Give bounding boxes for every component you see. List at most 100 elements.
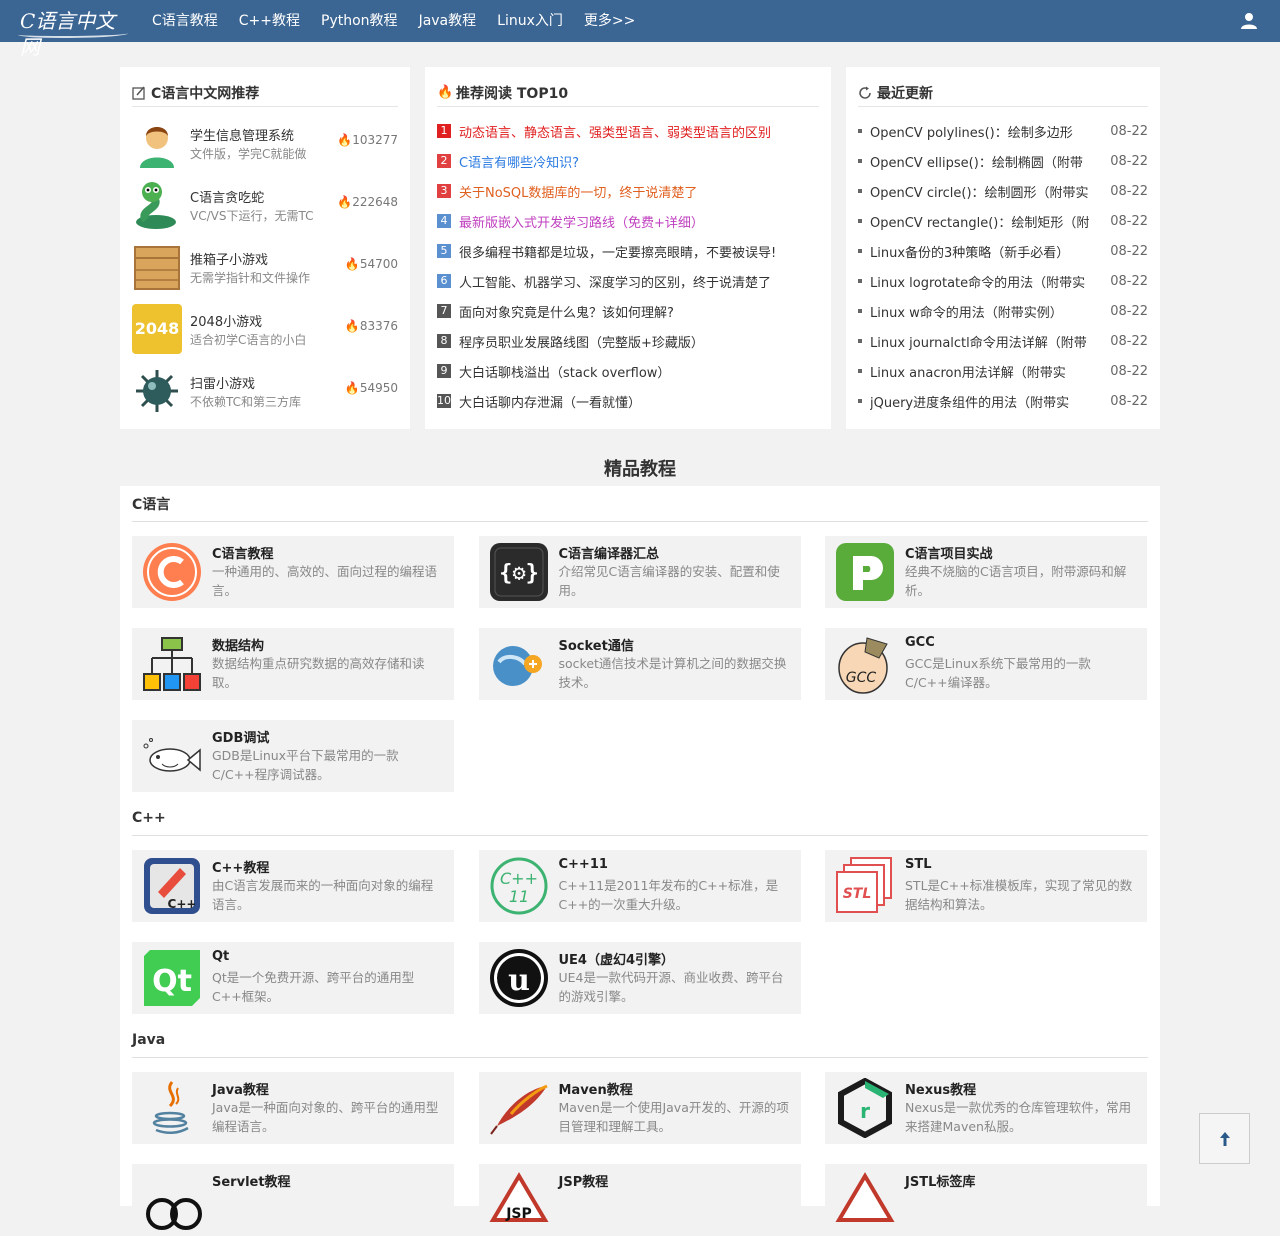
rank-badge: 1 — [437, 124, 451, 138]
top10-item[interactable]: 5 很多编程书籍都是垃圾，一定要擦亮眼睛，不要被误导! — [437, 236, 776, 266]
rank-badge: 10 — [437, 394, 451, 408]
site-logo[interactable]: C语言中文网 — [18, 8, 130, 59]
recent-item[interactable]: OpenCV rectangle()：绘制矩形（附 08-22 — [858, 206, 1148, 236]
socket-icon — [489, 634, 549, 694]
recommend-item-desc: 不依赖TC和第三方库 — [190, 395, 302, 409]
top10-item[interactable]: 4 最新版嵌入式开发学习路线（免费+详细） — [437, 206, 704, 236]
recommend-item[interactable]: 学生信息管理系统 文件版，学完C就能做 🔥103277 — [132, 113, 398, 173]
recent-item[interactable]: OpenCV circle()：绘制圆形（附带实 08-22 — [858, 176, 1148, 206]
recommend-item[interactable]: 扫雷小游戏 不依赖TC和第三方库 🔥54950 — [132, 361, 398, 421]
tutorial-card[interactable]: Java教程 Java是一种面向对象的、跨平台的通用型编程语言。 — [132, 1072, 454, 1144]
recommend-item-desc: 文件版，学完C就能做 — [190, 147, 307, 161]
stl-icon: STL — [835, 856, 895, 916]
tutorial-card-title: C语言教程 — [212, 547, 274, 562]
rank-badge: 5 — [437, 244, 451, 258]
tutorial-card-title: C语言项目实战 — [905, 547, 993, 562]
view-count: 🔥222648 — [337, 195, 398, 209]
nav-link-cpp[interactable]: C++教程 — [239, 0, 300, 42]
recent-item-date: 08-22 — [1110, 393, 1148, 409]
tutorial-card[interactable]: C++ 11 C++11 C++11是2011年发布的C++标准，是C++的一次重大升… — [478, 850, 801, 922]
recommend-item[interactable]: 推箱子小游戏 无需学指针和文件操作 🔥54700 — [132, 237, 398, 297]
bullet — [858, 339, 862, 343]
tutorial-card-desc: STL是C++标准模板库，实现了常见的数据结构和算法。 — [905, 878, 1133, 912]
tutorial-card[interactable]: u UE4（虚幻4引擎） UE4是一款代码开源、商业收费、跨平台的游戏引擎。 — [478, 942, 801, 1014]
tutorial-card-title: Servlet教程 — [212, 1175, 291, 1190]
tutorial-card[interactable]: C语言教程 一种通用的、高效的、面向过程的编程语言。 — [132, 536, 454, 608]
view-count: 🔥103277 — [337, 133, 398, 147]
category-header: C语言 — [132, 486, 1148, 522]
tutorial-card[interactable]: {⚙} C语言编译器汇总 介绍常见C语言编译器的安装、配置和使用。 — [478, 536, 801, 608]
top10-item[interactable]: 10 大白话聊内存泄漏（一看就懂） — [437, 386, 641, 416]
recent-item-date: 08-22 — [1110, 183, 1148, 199]
tutorial-card[interactable]: r Nexus教程 Nexus是一款优秀的仓库管理软件，常用来搭建Maven私服。 — [825, 1072, 1147, 1144]
back-to-top-button[interactable] — [1199, 1113, 1250, 1164]
tutorial-card[interactable]: C++ C++教程 由C语言发展而来的一种面向对象的编程语言。 — [132, 850, 454, 922]
recent-item[interactable]: Linux anacron用法详解（附带实 08-22 — [858, 356, 1148, 386]
recent-item[interactable]: OpenCV polylines()：绘制多边形 08-22 — [858, 116, 1148, 146]
wooden-box-icon — [134, 246, 180, 290]
recommend-item-desc: VC/VS下运行，无需TC — [190, 209, 314, 223]
top10-item[interactable]: 6 人工智能、机器学习、深度学习的区别，终于说清楚了 — [437, 266, 771, 296]
tutorial-card[interactable]: 数据结构 数据结构重点研究数据的高效存储和读取。 — [132, 628, 454, 700]
recent-item[interactable]: Linux备份的3种策略（新手必看） 08-22 — [858, 236, 1148, 266]
top10-item[interactable]: 9 大白话聊栈溢出（stack overflow） — [437, 356, 670, 386]
tutorial-card-desc: Maven是一个使用Java开发的、开源的项目管理和理解工具。 — [558, 1100, 789, 1134]
tutorial-card[interactable]: STL STL STL是C++标准模板库，实现了常见的数据结构和算法。 — [825, 850, 1147, 922]
bullet — [858, 159, 862, 163]
tutorial-card-desc: 经典不烧脑的C语言项目，附带源码和解析。 — [905, 564, 1127, 598]
recent-item-text: Linux logrotate命令的用法（附带实 — [870, 275, 1086, 291]
recommend-item[interactable]: C语言贪吃蛇 VC/VS下运行，无需TC 🔥222648 — [132, 175, 398, 235]
nav-link-python[interactable]: Python教程 — [321, 0, 398, 42]
tutorial-card[interactable]: Servlet教程 — [132, 1164, 454, 1236]
top10-item-text: 程序员职业发展路线图（完整版+珍藏版） — [459, 335, 704, 351]
tutorial-card[interactable]: Qt Qt Qt是一个免费开源、跨平台的通用型C++框架。 — [132, 942, 454, 1014]
recent-item[interactable]: jQuery进度条组件的用法（附带实 08-22 — [858, 386, 1148, 416]
cpp11-icon: C++ 11 — [489, 856, 549, 916]
recommend-item-name: C语言贪吃蛇 — [190, 191, 265, 206]
top10-item[interactable]: 8 程序员职业发展路线图（完整版+珍藏版） — [437, 326, 704, 356]
top10-item[interactable]: 7 面向对象究竟是什么鬼？该如何理解? — [437, 296, 674, 326]
svg-text:JSP: JSP — [505, 1206, 532, 1222]
recent-item[interactable]: Linux journalctl命令用法详解（附带 08-22 — [858, 326, 1148, 356]
svg-text:11: 11 — [508, 887, 528, 906]
tutorial-card[interactable]: Maven教程 Maven是一个使用Java开发的、开源的项目管理和理解工具。 — [478, 1072, 801, 1144]
mine-icon — [136, 370, 178, 412]
recent-item-date: 08-22 — [1110, 123, 1148, 139]
recent-item-date: 08-22 — [1110, 273, 1148, 289]
recommend-item-name: 推箱子小游戏 — [190, 253, 269, 268]
recommend-item[interactable]: 2048 2048小游戏 适合初学C语言的小白 🔥83376 — [132, 299, 398, 359]
nav-link-java[interactable]: Java教程 — [419, 0, 477, 42]
tutorial-card[interactable]: C语言项目实战经典不烧脑的C语言项目，附带源码和解析。 — [825, 536, 1147, 608]
tutorial-card-title: C语言编译器汇总 — [558, 547, 660, 562]
tutorial-card-desc: UE4是一款代码开源、商业收费、跨平台的游戏引擎。 — [558, 970, 784, 1004]
tutorial-card-title: Socket通信 — [558, 639, 634, 654]
tutorial-card[interactable]: JSP JSP教程 — [478, 1164, 801, 1236]
tutorial-card-title: JSP教程 — [558, 1175, 609, 1190]
view-count: 🔥83376 — [344, 319, 398, 333]
bullet — [858, 279, 862, 283]
recent-item[interactable]: OpenCV ellipse()：绘制椭圆（附带 08-22 — [858, 146, 1148, 176]
user-icon[interactable] — [1240, 12, 1258, 30]
recent-item[interactable]: Linux logrotate命令的用法（附带实 08-22 — [858, 266, 1148, 296]
tutorial-card-title: GCC — [905, 635, 935, 650]
nav-link-more[interactable]: 更多>> — [584, 0, 635, 42]
recent-item-text: OpenCV polylines()：绘制多边形 — [870, 125, 1073, 141]
tutorial-card[interactable]: Socket通信 socket通信技术是计算机之间的数据交换技术。 — [478, 628, 801, 700]
tutorial-card[interactable]: JSTL标签库 — [825, 1164, 1147, 1236]
tutorial-card-title: GDB调试 — [212, 731, 270, 746]
tutorial-card[interactable]: GCC GCC GCC是Linux系统下最常用的一款C/C++编译器。 — [825, 628, 1147, 700]
tutorial-card[interactable]: GDB调试 GDB是Linux平台下最常用的一款C/C++程序调试器。 — [132, 720, 454, 792]
recommend-panel: C语言中文网推荐 学生信息管理系统 文件版，学完C就能做 🔥103277 C语言… — [120, 67, 410, 429]
top10-item[interactable]: 1 动态语言、静态语言、强类型语言、弱类型语言的区别 — [437, 116, 771, 146]
top10-item[interactable]: 3 关于NoSQL数据库的一切，终于说清楚了 — [437, 176, 697, 206]
qt-icon: Qt — [142, 948, 202, 1008]
nav-link-c[interactable]: C语言教程 — [152, 0, 218, 42]
recent-item-date: 08-22 — [1110, 153, 1148, 169]
nav-link-linux[interactable]: Linux入门 — [497, 0, 563, 42]
flame-icon: 🔥 — [437, 84, 454, 100]
bullet — [858, 219, 862, 223]
nexus-icon: r — [835, 1077, 895, 1139]
tutorial-card-desc: socket通信技术是计算机之间的数据交换技术。 — [558, 656, 787, 690]
recent-item[interactable]: Linux w命令的用法（附带实例） 08-22 — [858, 296, 1148, 326]
top10-item[interactable]: 2 C语言有哪些冷知识? — [437, 146, 579, 176]
